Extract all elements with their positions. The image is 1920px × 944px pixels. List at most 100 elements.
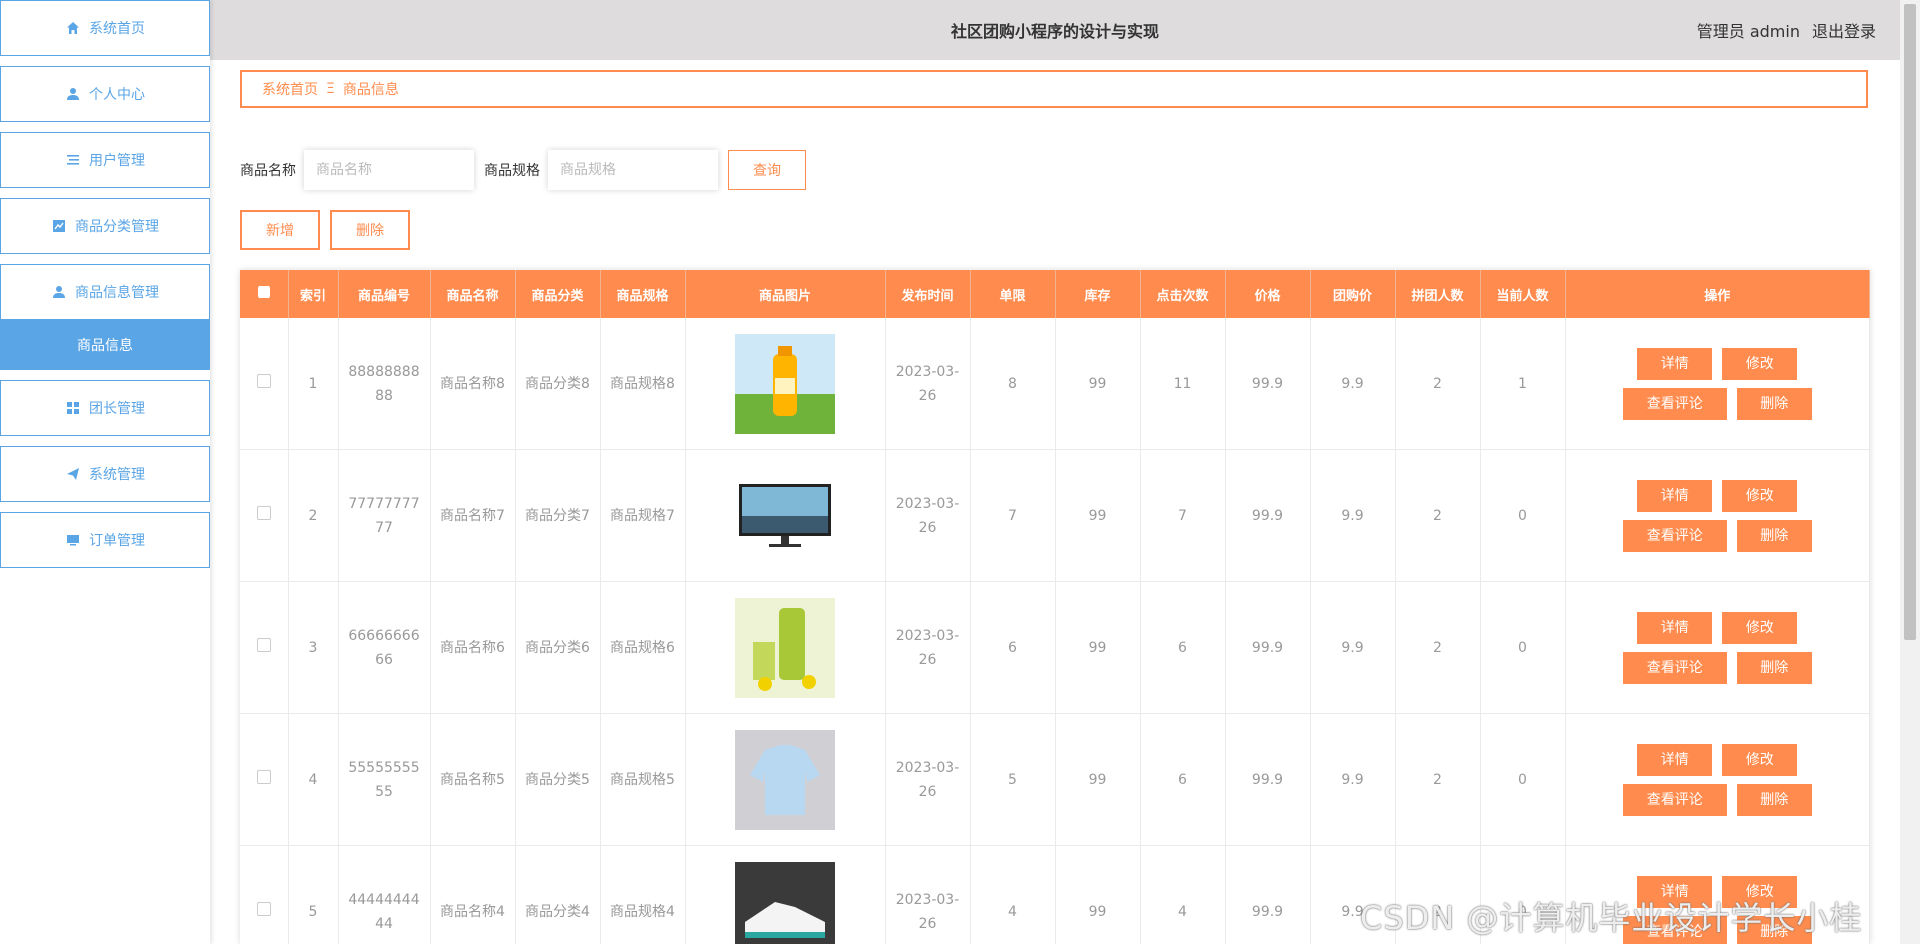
row-checkbox[interactable] (256, 373, 271, 388)
cell-limit: 6 (970, 581, 1056, 714)
cell-price: 99.9 (1225, 845, 1311, 944)
cell-category: 商品分类5 (515, 713, 601, 846)
spec-label: 商品规格 (484, 163, 540, 179)
cell-stock: 99 (1055, 581, 1141, 714)
cell-category: 商品分类4 (515, 845, 601, 944)
cell-price: 99.9 (1225, 581, 1311, 714)
column-header: 点击次数 (1140, 270, 1226, 318)
cell-spec: 商品规格4 (600, 845, 686, 944)
monitor-icon (65, 532, 81, 548)
delete-button[interactable]: 删除 (1736, 783, 1812, 816)
detail-button[interactable]: 详情 (1637, 611, 1713, 644)
detail-button[interactable]: 详情 (1637, 347, 1713, 380)
row-checkbox[interactable] (256, 637, 271, 652)
current-user: 管理员 admin (1696, 22, 1800, 41)
cell-current-count: 1 (1480, 318, 1566, 450)
detail-button[interactable]: 详情 (1637, 743, 1713, 776)
column-header: 当前人数 (1480, 270, 1566, 318)
cell-category: 商品分类6 (515, 581, 601, 714)
view-comments-button[interactable]: 查看评论 (1622, 651, 1727, 684)
chart-icon (51, 218, 67, 234)
cell-operations: 详情 修改查看评论 删除 (1565, 713, 1870, 846)
cell-group-price: 9.9 (1310, 449, 1396, 582)
add-button[interactable]: 新增 (240, 210, 320, 250)
cell-name: 商品名称7 (430, 449, 516, 582)
sidebar-item-orders[interactable]: 订单管理 (0, 512, 210, 568)
sidebar-item-users[interactable]: 用户管理 (0, 132, 210, 188)
sidebar-item-home[interactable]: 系统首页 (0, 0, 210, 56)
edit-button[interactable]: 修改 (1722, 611, 1798, 644)
row-checkbox[interactable] (256, 901, 271, 916)
view-comments-button[interactable]: 查看评论 (1622, 519, 1727, 552)
user-icon (51, 284, 67, 300)
sidebar-subitem-goods-info[interactable]: 商品信息 (0, 320, 210, 370)
cell-date: 2023-03-26 (885, 713, 971, 846)
product-image (735, 465, 835, 566)
cell-group-size: 2 (1395, 318, 1481, 450)
cell-group-price: 9.9 (1310, 581, 1396, 714)
column-header: 商品编号 (338, 270, 431, 318)
row-select-cell (240, 449, 289, 582)
sidebar-item-profile[interactable]: 个人中心 (0, 66, 210, 122)
select-all-checkbox[interactable] (257, 286, 270, 298)
delete-button[interactable]: 删除 (1736, 387, 1812, 420)
spec-search-input[interactable] (548, 150, 718, 190)
row-checkbox[interactable] (256, 505, 271, 520)
cell-name: 商品名称5 (430, 713, 516, 846)
list-icon (65, 152, 81, 168)
name-search-input[interactable] (304, 150, 474, 190)
cell-code: 5555555555 (338, 713, 431, 846)
cell-index: 3 (288, 581, 339, 714)
cell-operations: 详情 修改查看评论 删除 (1565, 449, 1870, 582)
column-header: 索引 (288, 270, 339, 318)
sidebar-item-leader[interactable]: 团长管理 (0, 380, 210, 436)
row-select-cell (240, 845, 289, 944)
vertical-scrollbar[interactable] (1900, 0, 1920, 944)
breadcrumb-home[interactable]: 系统首页 (262, 79, 318, 99)
edit-button[interactable]: 修改 (1722, 743, 1798, 776)
delete-button[interactable]: 删除 (1736, 651, 1812, 684)
cell-current-count: 0 (1480, 581, 1566, 714)
delete-button[interactable]: 删除 (1736, 519, 1812, 552)
name-label: 商品名称 (240, 163, 296, 179)
cell-group-size: 2 (1395, 581, 1481, 714)
cell-stock: 99 (1055, 318, 1141, 450)
edit-button[interactable]: 修改 (1722, 479, 1798, 512)
column-header: 商品名称 (430, 270, 516, 318)
column-header: 单限 (970, 270, 1056, 318)
cell-clicks: 4 (1140, 845, 1226, 944)
scrollbar-thumb[interactable] (1904, 4, 1916, 640)
sidebar-item-label: 订单管理 (89, 533, 145, 549)
sidebar-item-label: 系统管理 (89, 467, 145, 483)
cell-date: 2023-03-26 (885, 318, 971, 450)
cell-name: 商品名称6 (430, 581, 516, 714)
cell-code: 8888888888 (338, 318, 431, 450)
cell-price: 99.9 (1225, 318, 1311, 450)
cell-clicks: 11 (1140, 318, 1226, 450)
row-checkbox[interactable] (256, 769, 271, 784)
cell-group-price: 9.9 (1310, 713, 1396, 846)
view-comments-button[interactable]: 查看评论 (1622, 387, 1727, 420)
logout-link[interactable]: 退出登录 (1812, 18, 1876, 42)
cell-stock: 99 (1055, 449, 1141, 582)
sidebar-item-label: 用户管理 (89, 153, 145, 169)
sidebar: 系统首页 个人中心 用户管理 商品分类管理 商品信息管理 商品信息 团长管理 系… (0, 0, 210, 944)
delete-selected-button[interactable]: 删除 (330, 210, 410, 250)
search-button[interactable]: 查询 (728, 150, 806, 190)
view-comments-button[interactable]: 查看评论 (1622, 783, 1727, 816)
sidebar-item-label: 系统首页 (89, 21, 145, 37)
sidebar-item-goods[interactable]: 商品信息管理 (0, 264, 210, 320)
goods-table: 索引 商品编号 商品名称 商品分类 商品规格 商品图片 发布时间 单限 库存 点… (240, 270, 1870, 944)
edit-button[interactable]: 修改 (1722, 347, 1798, 380)
cell-date: 2023-03-26 (885, 581, 971, 714)
sidebar-item-category[interactable]: 商品分类管理 (0, 198, 210, 254)
grid-icon (65, 400, 81, 416)
detail-button[interactable]: 详情 (1637, 479, 1713, 512)
cell-group-size: 2 (1395, 713, 1481, 846)
search-bar: 商品名称 商品规格 查询 (240, 150, 806, 190)
table-header-row: 索引 商品编号 商品名称 商品分类 商品规格 商品图片 发布时间 单限 库存 点… (240, 270, 1870, 318)
product-image (735, 333, 835, 434)
sidebar-item-system[interactable]: 系统管理 (0, 446, 210, 502)
cell-image (685, 845, 886, 944)
sidebar-item-label: 个人中心 (89, 87, 145, 103)
